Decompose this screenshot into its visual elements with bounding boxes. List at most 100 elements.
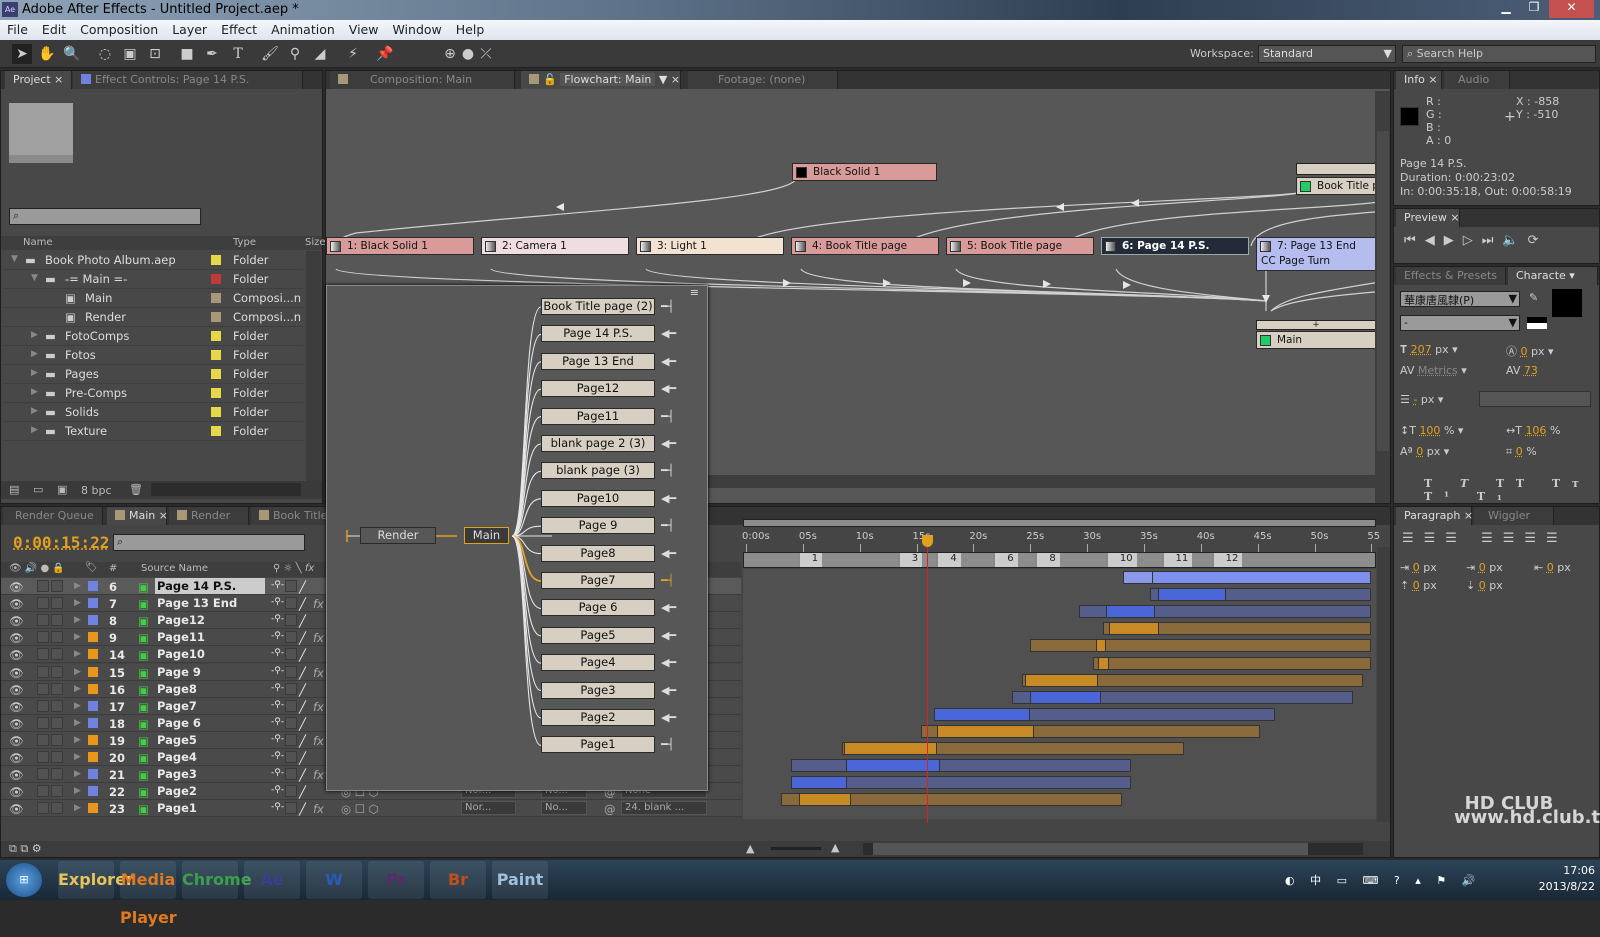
flowchart-vertical-scrollbar[interactable] bbox=[1375, 91, 1391, 503]
track-matte-select[interactable]: No... bbox=[541, 801, 587, 815]
solo-toggle[interactable] bbox=[37, 648, 49, 660]
playhead-handle[interactable] bbox=[922, 535, 933, 547]
layer-active-bar[interactable] bbox=[1106, 605, 1155, 618]
space-after-field[interactable]: ⇣ 0 px bbox=[1466, 579, 1503, 592]
project-item[interactable]: ▶ ▬ Texture Folder bbox=[3, 422, 303, 441]
expand-triangle-icon[interactable]: ▶ bbox=[31, 387, 38, 397]
quality-switch-icon[interactable]: ╱ bbox=[299, 597, 306, 611]
tab-effect-controls[interactable]: Effect Controls: Page 14 P.S. bbox=[73, 71, 303, 89]
collapse-switch[interactable] bbox=[285, 785, 297, 797]
collapse-switch[interactable] bbox=[285, 734, 297, 746]
lock-toggle[interactable] bbox=[51, 734, 63, 746]
lock-toggle[interactable] bbox=[51, 717, 63, 729]
label-color[interactable] bbox=[88, 667, 98, 677]
expand-triangle-icon[interactable]: ▶ bbox=[74, 667, 81, 677]
workspace-select[interactable]: Standard ▼ bbox=[1258, 45, 1396, 63]
lock-toggle[interactable] bbox=[51, 785, 63, 797]
indent-left-field[interactable]: ⇥ 0 px bbox=[1400, 561, 1437, 574]
toggle-switches-icon[interactable]: ⧉ ⧉ ⚙ bbox=[9, 842, 42, 856]
maximize-button[interactable]: ❐ bbox=[1521, 0, 1547, 18]
taskbar-app-chrome[interactable]: Chrome bbox=[182, 861, 238, 899]
collapse-switch[interactable] bbox=[285, 580, 297, 592]
minimize-button[interactable]: ▁ bbox=[1493, 0, 1519, 18]
solo-toggle[interactable] bbox=[37, 683, 49, 695]
taskbar-app-paint[interactable]: Paint bbox=[492, 861, 548, 899]
layer-active-bar[interactable] bbox=[1025, 674, 1099, 687]
flowchart-popup-node[interactable]: Page10 bbox=[541, 490, 655, 507]
default-colors-icon[interactable] bbox=[1527, 317, 1547, 329]
quality-switch-icon[interactable]: ╱ bbox=[299, 614, 306, 628]
clock[interactable]: 17:06 2013/8/22 bbox=[1500, 863, 1595, 895]
label-color[interactable] bbox=[211, 255, 221, 265]
flowchart-popup-node[interactable]: Page4 bbox=[541, 654, 655, 671]
project-item[interactable]: ▣ Render Composi...n bbox=[3, 308, 303, 327]
solo-toggle[interactable] bbox=[37, 597, 49, 609]
sphere-icon[interactable]: ● bbox=[458, 44, 478, 64]
collapse-switch[interactable] bbox=[285, 614, 297, 626]
kerning-field[interactable]: AV Metrics ▾ bbox=[1400, 364, 1467, 377]
label-color[interactable] bbox=[211, 350, 221, 360]
quality-switch-icon[interactable]: ╱ bbox=[299, 648, 306, 662]
prev-frame-icon[interactable]: ◀ bbox=[1425, 233, 1444, 248]
horizontal-scale-field[interactable]: ↔T 106 % bbox=[1506, 424, 1560, 437]
composition-marker[interactable]: 12 bbox=[1212, 553, 1243, 567]
timeline-horizontal-scrollbar[interactable] bbox=[863, 843, 1363, 855]
layer-name[interactable]: Page12 bbox=[155, 612, 265, 628]
blend-mode-select[interactable]: Nor... bbox=[461, 801, 516, 815]
lock-toggle[interactable] bbox=[51, 802, 63, 814]
menu-window[interactable]: Window bbox=[385, 20, 448, 39]
lock-toggle[interactable] bbox=[51, 580, 63, 592]
font-family-select[interactable]: 華康唐風隸(P) ▼ bbox=[1400, 291, 1520, 307]
project-item[interactable]: ▣ Main Composi...n bbox=[3, 289, 303, 308]
layer-active-bar[interactable] bbox=[1096, 639, 1106, 652]
tsume-field[interactable]: ⌗ 0 % bbox=[1506, 445, 1537, 459]
composition-marker[interactable]: 1 bbox=[798, 553, 822, 567]
lock-toggle[interactable] bbox=[51, 631, 63, 643]
solo-toggle[interactable] bbox=[37, 802, 49, 814]
visibility-eye-icon[interactable]: 👁 bbox=[9, 751, 24, 765]
menu-layer[interactable]: Layer bbox=[165, 20, 214, 39]
quality-switch-icon[interactable]: ╱ bbox=[299, 700, 306, 714]
trash-icon[interactable]: 🗑 bbox=[129, 483, 143, 496]
collapse-switch[interactable] bbox=[285, 648, 297, 660]
solo-toggle[interactable] bbox=[37, 700, 49, 712]
tab-render[interactable]: Render bbox=[169, 507, 249, 525]
label-color[interactable] bbox=[211, 369, 221, 379]
3d-switch-icons[interactable]: ◎ ☐ ⬡ bbox=[341, 802, 379, 816]
flowchart-popup-node[interactable]: Book Title page (2) bbox=[541, 298, 655, 315]
clone-stamp-tool-icon[interactable]: ⚲ bbox=[285, 44, 305, 64]
expand-triangle-icon[interactable]: ▶ bbox=[31, 349, 38, 359]
alignment-buttons[interactable]: ☰☰☰ ☰☰☰☰ bbox=[1402, 531, 1568, 546]
shy-switch-icon[interactable]: -⚲- bbox=[271, 580, 284, 590]
zoom-out-icon[interactable]: ▲ bbox=[746, 842, 754, 855]
visibility-eye-icon[interactable]: 👁 bbox=[9, 648, 24, 662]
flowchart-node-main[interactable]: Main bbox=[1256, 331, 1376, 349]
label-color[interactable] bbox=[211, 388, 221, 398]
expand-triangle-icon[interactable]: ▶ bbox=[74, 632, 81, 642]
font-size-field[interactable]: 𝐓 207 px ▾ bbox=[1400, 343, 1458, 357]
visibility-eye-icon[interactable]: 👁 bbox=[9, 580, 24, 594]
composition-marker[interactable]: 8 bbox=[1035, 553, 1059, 567]
stroke-type-select[interactable] bbox=[1479, 391, 1591, 407]
label-color[interactable] bbox=[88, 701, 98, 711]
pan-behind-tool-icon[interactable]: ⊡ bbox=[145, 44, 165, 64]
close-button[interactable]: ✕ bbox=[1549, 0, 1594, 18]
current-time-display[interactable]: 0:00:15:22 bbox=[13, 533, 109, 552]
pickwhip-icon[interactable]: @ bbox=[604, 802, 616, 816]
lock-toggle[interactable] bbox=[51, 597, 63, 609]
visibility-eye-icon[interactable]: 👁 bbox=[9, 597, 24, 611]
indent-first-field[interactable]: ⇥ 0 px bbox=[1466, 561, 1503, 574]
label-color[interactable] bbox=[88, 649, 98, 659]
label-color[interactable] bbox=[211, 274, 221, 284]
composition-marker[interactable]: 4 bbox=[936, 553, 960, 567]
zoom-tool-icon[interactable]: 🔍 bbox=[62, 44, 82, 64]
quality-switch-icon[interactable]: ╱ bbox=[299, 802, 306, 816]
font-style-select[interactable]: - ▼ bbox=[1400, 315, 1520, 331]
quality-switch-icon[interactable]: ╱ bbox=[299, 751, 306, 765]
flowchart-popup-node[interactable]: blank page 2 (3) bbox=[541, 435, 655, 452]
composition-marker[interactable]: 10 bbox=[1106, 553, 1137, 567]
start-button[interactable]: ⊞ bbox=[6, 863, 42, 897]
vertical-scale-field[interactable]: ↕T 100 % ▾ bbox=[1400, 424, 1463, 437]
flowchart-layer-node[interactable]: 4: Book Title page bbox=[791, 237, 939, 255]
taskbar-app-pr[interactable]: Pr bbox=[368, 861, 424, 899]
